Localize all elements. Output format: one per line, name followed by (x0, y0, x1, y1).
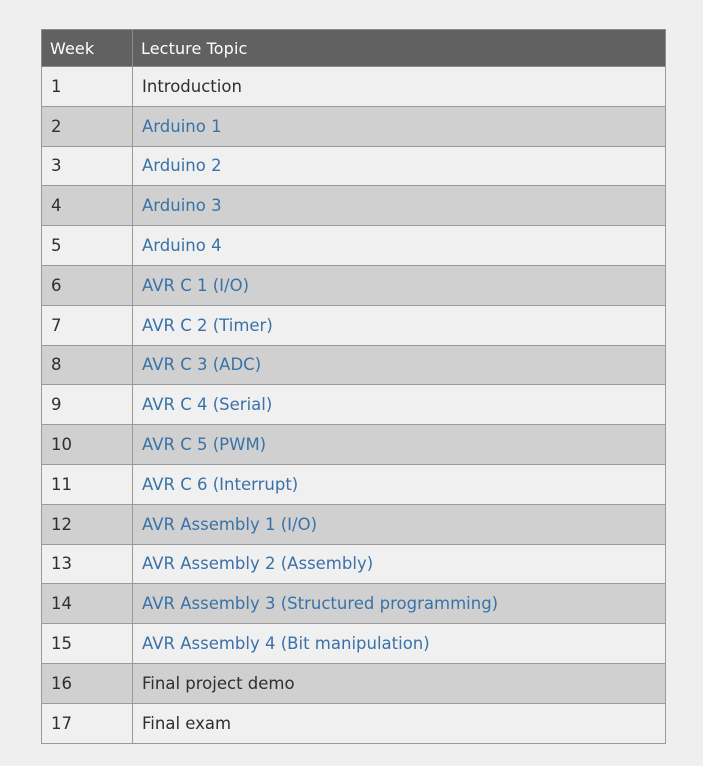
week-number-cell: 12 (41, 503, 133, 545)
lecture-topic-text: Final project demo (142, 673, 295, 693)
table-row: 2 Arduino 1 (41, 105, 666, 147)
week-number-cell: 9 (41, 384, 133, 426)
table-row: 10 AVR C 5 (PWM) (41, 424, 666, 465)
table-row: 13 AVR Assembly 2 (Assembly) (41, 543, 666, 585)
lecture-topic-cell: AVR Assembly 1 (I/O) (132, 503, 666, 545)
lecture-topic-link[interactable]: AVR C 6 (Interrupt) (142, 475, 298, 494)
lecture-topic-link[interactable]: AVR Assembly 4 (Bit manipulation) (142, 634, 430, 653)
lecture-topic-cell: AVR C 1 (I/O) (132, 264, 666, 306)
week-number-cell: 4 (41, 185, 133, 227)
lecture-topic-cell: Arduino 3 (132, 185, 666, 227)
table-row: 1 Introduction (41, 66, 666, 107)
week-number-cell: 17 (41, 702, 133, 744)
table-row: 9 AVR C 4 (Serial) (41, 384, 666, 426)
lecture-topic-link[interactable]: AVR Assembly 3 (Structured programming) (142, 594, 498, 613)
lecture-topic-link[interactable]: AVR C 4 (Serial) (142, 395, 272, 414)
lecture-topic-cell: AVR Assembly 4 (Bit manipulation) (132, 623, 666, 664)
table-body: 1 Introduction 2 Arduino 1 3 Arduino 2 4 Arduin… (41, 66, 666, 744)
table-row: 12 AVR Assembly 1 (I/O) (41, 503, 666, 545)
week-number-cell: 6 (41, 264, 133, 306)
lecture-topic-text: Introduction (142, 76, 242, 96)
week-number-cell: 8 (41, 344, 133, 386)
lecture-topic-link[interactable]: AVR C 1 (I/O) (142, 276, 249, 295)
table-row: 6 AVR C 1 (I/O) (41, 264, 666, 306)
week-column-header: Week (41, 29, 133, 67)
header-row: Week Lecture Topic (41, 29, 666, 67)
lecture-topic-cell: AVR C 4 (Serial) (132, 384, 666, 426)
week-number-cell: 10 (41, 424, 133, 465)
table-row: 11 AVR C 6 (Interrupt) (41, 463, 666, 505)
lecture-topic-link[interactable]: Arduino 3 (142, 196, 222, 215)
lecture-topic-link[interactable]: AVR C 3 (ADC) (142, 355, 261, 374)
lecture-topic-cell: AVR C 2 (Timer) (132, 304, 666, 346)
week-number-cell: 11 (41, 463, 133, 505)
table-row: 7 AVR C 2 (Timer) (41, 304, 666, 346)
lecture-topic-cell: Final exam (132, 702, 666, 744)
week-number-cell: 3 (41, 145, 133, 187)
lecture-topic-cell: AVR Assembly 3 (Structured programming) (132, 583, 666, 625)
lecture-topic-cell: AVR C 6 (Interrupt) (132, 463, 666, 505)
week-number-cell: 2 (41, 105, 133, 147)
week-number-cell: 16 (41, 662, 133, 704)
lecture-topic-link[interactable]: Arduino 2 (142, 156, 222, 175)
lecture-topic-cell: AVR C 3 (ADC) (132, 344, 666, 386)
lecture-topic-link[interactable]: AVR Assembly 1 (I/O) (142, 515, 317, 534)
table-row: 4 Arduino 3 (41, 185, 666, 227)
week-number-cell: 15 (41, 623, 133, 664)
table-row: 3 Arduino 2 (41, 145, 666, 187)
lecture-schedule-table: Week Lecture Topic 1 Introduction 2 Arduino… (41, 29, 666, 744)
lecture-topic-cell: AVR C 5 (PWM) (132, 424, 666, 465)
table-row: 16 Final project demo (41, 662, 666, 704)
week-number-cell: 13 (41, 543, 133, 585)
lecture-topic-link[interactable]: AVR Assembly 2 (Assembly) (142, 554, 373, 573)
table-header: Week Lecture Topic (41, 29, 666, 67)
week-number-cell: 1 (41, 66, 133, 107)
week-number-cell: 5 (41, 225, 133, 266)
week-number-cell: 7 (41, 304, 133, 346)
lecture-topic-cell: Introduction (132, 66, 666, 107)
table-row: 5 Arduino 4 (41, 225, 666, 266)
table-row: 8 AVR C 3 (ADC) (41, 344, 666, 386)
lecture-topic-link[interactable]: Arduino 1 (142, 117, 222, 136)
table-row: 15 AVR Assembly 4 (Bit manipulation) (41, 623, 666, 664)
table-row: 17 Final exam (41, 702, 666, 744)
lecture-topic-cell: Arduino 4 (132, 225, 666, 266)
lecture-topic-cell: AVR Assembly 2 (Assembly) (132, 543, 666, 585)
lecture-topic-cell: Final project demo (132, 662, 666, 704)
week-number-cell: 14 (41, 583, 133, 625)
lecture-topic-text: Final exam (142, 713, 232, 733)
table-row: 14 AVR Assembly 3 (Structured programming… (41, 583, 666, 625)
lecture-topic-column-header: Lecture Topic (132, 29, 666, 67)
lecture-topic-cell: Arduino 2 (132, 145, 666, 187)
lecture-topic-link[interactable]: AVR C 5 (PWM) (142, 435, 266, 454)
lecture-topic-link[interactable]: AVR C 2 (Timer) (142, 316, 273, 335)
lecture-topic-link[interactable]: Arduino 4 (142, 236, 222, 255)
lecture-topic-cell: Arduino 1 (132, 105, 666, 147)
